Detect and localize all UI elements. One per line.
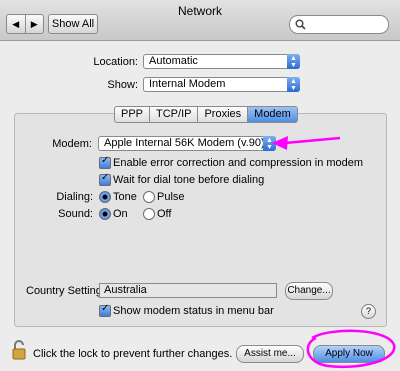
modem-label: Modem: xyxy=(52,138,92,150)
dialing-label: Dialing: xyxy=(56,191,93,203)
tab-ppp[interactable]: PPP xyxy=(115,107,151,122)
footer: Click the lock to prevent further change… xyxy=(0,334,400,371)
tab-tcpip[interactable]: TCP/IP xyxy=(150,107,199,122)
show-popup[interactable]: Internal Modem ▲ ▼ xyxy=(143,77,300,92)
wait-dial-tone-label: Wait for dial tone before dialing xyxy=(113,174,265,186)
location-value: Automatic xyxy=(149,55,198,67)
location-label: Location: xyxy=(93,56,138,68)
change-country-button[interactable]: Change... xyxy=(285,282,333,300)
help-button[interactable]: ? xyxy=(361,304,376,319)
tab-modem[interactable]: Modem xyxy=(248,107,297,122)
sound-off-label: Off xyxy=(157,208,172,220)
forward-arrow-icon[interactable]: ▶ xyxy=(26,15,44,33)
show-value: Internal Modem xyxy=(149,78,226,90)
country-field: Australia xyxy=(99,283,277,298)
title-bar: Network ◀ ▶ Show All xyxy=(0,0,400,41)
show-label: Show: xyxy=(107,79,138,91)
lock-icon[interactable] xyxy=(12,340,26,360)
network-preferences-window: Network ◀ ▶ Show All Location: Automatic… xyxy=(0,0,400,371)
show-status-label: Show modem status in menu bar xyxy=(113,305,274,317)
popup-arrows-icon: ▲ ▼ xyxy=(287,54,300,69)
dialing-tone-label: Tone xyxy=(113,191,137,203)
tab-bar: PPP TCP/IP Proxies Modem xyxy=(114,106,298,123)
wait-dial-tone-checkbox[interactable] xyxy=(99,172,111,186)
dialing-pulse-radio[interactable] xyxy=(143,191,155,203)
dialing-tone-radio[interactable] xyxy=(99,191,111,203)
assist-me-button[interactable]: Assist me... xyxy=(236,345,304,363)
back-arrow-icon[interactable]: ◀ xyxy=(7,15,26,33)
show-all-button[interactable]: Show All xyxy=(48,14,98,34)
error-correction-label: Enable error correction and compression … xyxy=(113,157,364,169)
modem-value: Apple Internal 56K Modem (v.90) xyxy=(104,137,265,149)
sound-label: Sound: xyxy=(58,208,93,220)
search-icon xyxy=(295,19,306,30)
country-setting-label: Country Setting: xyxy=(26,285,105,297)
modem-popup[interactable]: Apple Internal 56K Modem (v.90) ▲ ▼ xyxy=(98,136,276,151)
show-status-checkbox[interactable] xyxy=(99,303,111,317)
sound-on-label: On xyxy=(113,208,128,220)
dialing-pulse-label: Pulse xyxy=(157,191,185,203)
back-forward-control: ◀ ▶ xyxy=(6,14,44,34)
tab-proxies[interactable]: Proxies xyxy=(198,107,249,122)
popup-arrows-icon: ▲ ▼ xyxy=(263,136,276,151)
sound-off-radio[interactable] xyxy=(143,208,155,220)
apply-now-button[interactable]: Apply Now xyxy=(313,345,385,363)
popup-arrows-icon: ▲ ▼ xyxy=(287,77,300,92)
location-popup[interactable]: Automatic ▲ ▼ xyxy=(143,54,300,69)
error-correction-checkbox[interactable] xyxy=(99,155,111,169)
sound-on-radio[interactable] xyxy=(99,208,111,220)
lock-message: Click the lock to prevent further change… xyxy=(33,348,233,360)
search-field[interactable] xyxy=(289,15,389,34)
